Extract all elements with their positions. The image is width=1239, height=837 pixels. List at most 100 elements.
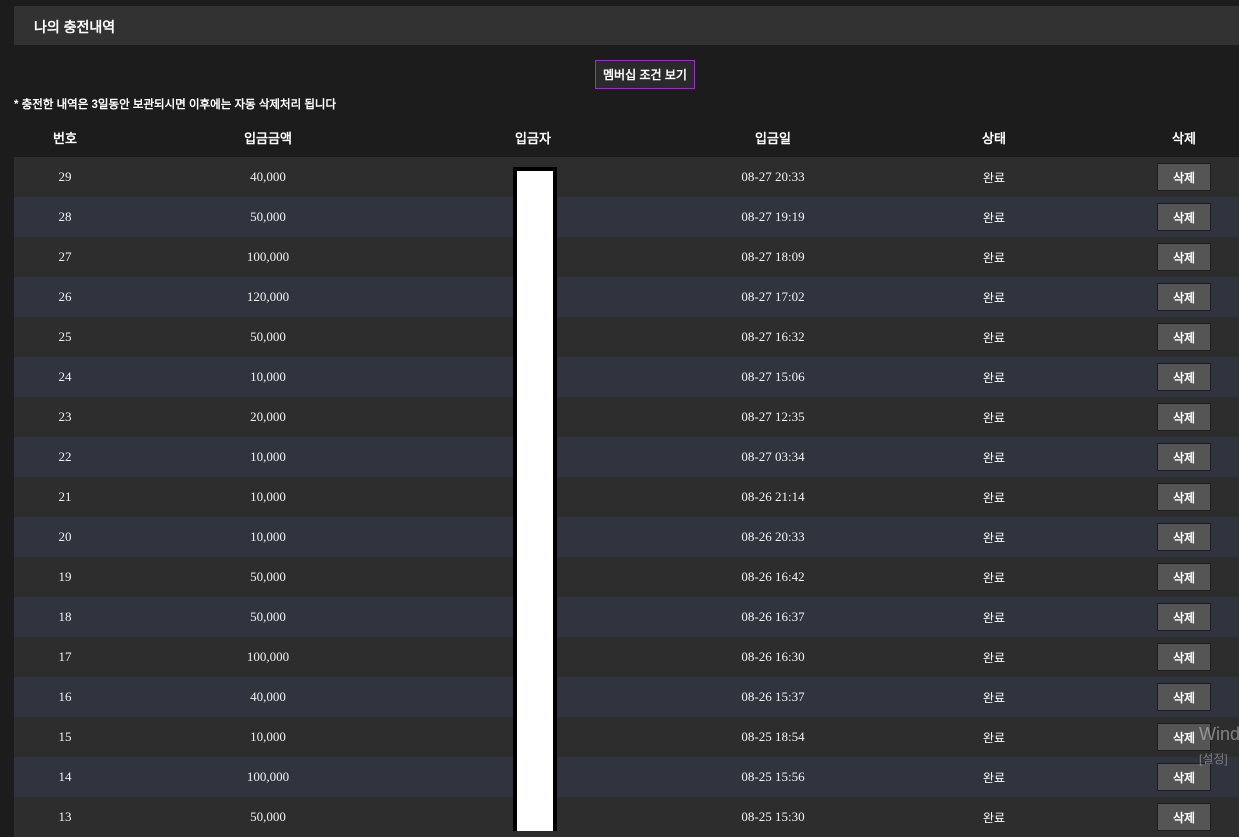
row-date: 08-25 15:30: [741, 809, 805, 824]
delete-button[interactable]: 삭제: [1157, 243, 1211, 271]
table-row: 27 100,000 08-27 18:09 완료 삭제: [14, 237, 1239, 277]
row-date: 08-25 18:54: [741, 729, 805, 744]
delete-button[interactable]: 삭제: [1157, 403, 1211, 431]
row-amount: 50,000: [250, 609, 286, 624]
row-amount: 100,000: [246, 649, 290, 664]
row-number: 16: [58, 689, 72, 704]
row-date: 08-26 15:37: [741, 689, 805, 704]
delete-button[interactable]: 삭제: [1157, 803, 1211, 831]
row-number: 29: [58, 169, 72, 184]
delete-button[interactable]: 삭제: [1157, 683, 1211, 711]
table-row: 18 50,000 08-26 16:37 완료 삭제: [14, 597, 1239, 637]
row-amount: 10,000: [250, 489, 286, 504]
col-status: 상태: [982, 130, 1006, 146]
table-row: 23 20,000 08-27 12:35 완료 삭제: [14, 397, 1239, 437]
row-status: 완료: [982, 210, 1006, 225]
table-row: 24 10,000 08-27 15:06 완료 삭제: [14, 357, 1239, 397]
col-delete: 삭제: [1172, 130, 1196, 146]
row-number: 15: [58, 729, 72, 744]
row-amount: 50,000: [250, 569, 286, 584]
row-status: 완료: [982, 530, 1006, 545]
row-number: 28: [58, 209, 72, 224]
row-status: 완료: [982, 610, 1006, 625]
retention-notice: * 충전한 내역은 3일동안 보관되시면 이후에는 자동 삭제처리 됩니다: [14, 99, 337, 111]
row-status: 완료: [982, 330, 1006, 345]
row-date: 08-26 21:14: [741, 489, 805, 504]
row-status: 완료: [982, 370, 1006, 385]
delete-button[interactable]: 삭제: [1157, 603, 1211, 631]
row-date: 08-26 20:33: [741, 529, 805, 544]
row-amount: 100,000: [246, 249, 290, 264]
table-row: 17 100,000 08-26 16:30 완료 삭제: [14, 637, 1239, 677]
row-number: 27: [58, 249, 72, 264]
delete-button[interactable]: 삭제: [1157, 163, 1211, 191]
col-date: 입금일: [755, 130, 791, 146]
row-status: 완료: [982, 810, 1006, 825]
table-row: 22 10,000 08-27 03:34 완료 삭제: [14, 437, 1239, 477]
row-status: 완료: [982, 250, 1006, 265]
row-amount: 50,000: [250, 809, 286, 824]
row-status: 완료: [982, 290, 1006, 305]
row-status: 완료: [982, 730, 1006, 745]
row-date: 08-27 17:02: [741, 289, 805, 304]
row-amount: 100,000: [246, 769, 290, 784]
row-number: 17: [58, 649, 72, 664]
table-row: 19 50,000 08-26 16:42 완료 삭제: [14, 557, 1239, 597]
row-amount: 50,000: [250, 209, 286, 224]
delete-button[interactable]: 삭제: [1157, 763, 1211, 791]
delete-button[interactable]: 삭제: [1157, 203, 1211, 231]
table-header: 번호 입금금액 입금자 입금일 상태 삭제: [14, 117, 1239, 157]
row-number: 13: [58, 809, 72, 824]
windows-activation-watermark: Wind: [1199, 724, 1239, 744]
table-row: 25 50,000 08-27 16:32 완료 삭제: [14, 317, 1239, 357]
row-status: 완료: [982, 690, 1006, 705]
table-row: 20 10,000 08-26 20:33 완료 삭제: [14, 517, 1239, 557]
delete-button[interactable]: 삭제: [1157, 363, 1211, 391]
row-date: 08-27 03:34: [741, 449, 805, 464]
table-row: 15 10,000 08-25 18:54 완료 삭제: [14, 717, 1239, 757]
row-number: 22: [58, 449, 72, 464]
row-date: 08-27 20:33: [741, 169, 805, 184]
table-row: 16 40,000 08-26 15:37 완료 삭제: [14, 677, 1239, 717]
delete-button[interactable]: 삭제: [1157, 323, 1211, 351]
windows-activation-settings: [설정]: [1199, 752, 1228, 766]
row-amount: 120,000: [246, 289, 290, 304]
row-number: 14: [58, 769, 72, 784]
row-date: 08-26 16:42: [741, 569, 805, 584]
delete-button[interactable]: 삭제: [1157, 283, 1211, 311]
row-amount: 10,000: [250, 449, 286, 464]
row-amount: 10,000: [250, 529, 286, 544]
page-title: 나의 충전내역: [34, 19, 116, 35]
table-row: 14 100,000 08-25 15:56 완료 삭제: [14, 757, 1239, 797]
col-depositor: 입금자: [515, 130, 551, 146]
row-status: 완료: [982, 490, 1006, 505]
row-status: 완료: [982, 450, 1006, 465]
table-body: 29 40,000 08-27 20:33 완료 삭제 28 50,000 08-27 19:…: [14, 157, 1239, 837]
row-date: 08-27 15:06: [741, 369, 805, 384]
row-date: 08-27 19:19: [741, 209, 805, 224]
row-number: 23: [58, 409, 72, 424]
row-date: 08-26 16:30: [741, 649, 805, 664]
delete-button[interactable]: 삭제: [1157, 563, 1211, 591]
row-status: 완료: [982, 410, 1006, 425]
delete-button[interactable]: 삭제: [1157, 643, 1211, 671]
row-amount: 20,000: [250, 409, 286, 424]
row-number: 25: [58, 329, 72, 344]
row-number: 24: [58, 369, 72, 384]
col-number: 번호: [53, 130, 77, 146]
row-date: 08-25 15:56: [741, 769, 805, 784]
row-date: 08-27 16:32: [741, 329, 805, 344]
delete-button[interactable]: 삭제: [1157, 443, 1211, 471]
page-header-bar: 나의 충전내역: [14, 6, 1239, 45]
row-status: 완료: [982, 170, 1006, 185]
redaction-bar: [513, 167, 557, 831]
table-row: 26 120,000 08-27 17:02 완료 삭제: [14, 277, 1239, 317]
row-status: 완료: [982, 570, 1006, 585]
row-number: 21: [58, 489, 72, 504]
delete-button[interactable]: 삭제: [1157, 523, 1211, 551]
delete-button[interactable]: 삭제: [1157, 483, 1211, 511]
row-date: 08-26 16:37: [741, 609, 805, 624]
membership-conditions-button[interactable]: 멤버십 조건 보기: [595, 60, 695, 89]
row-amount: 40,000: [250, 689, 286, 704]
row-number: 19: [58, 569, 72, 584]
